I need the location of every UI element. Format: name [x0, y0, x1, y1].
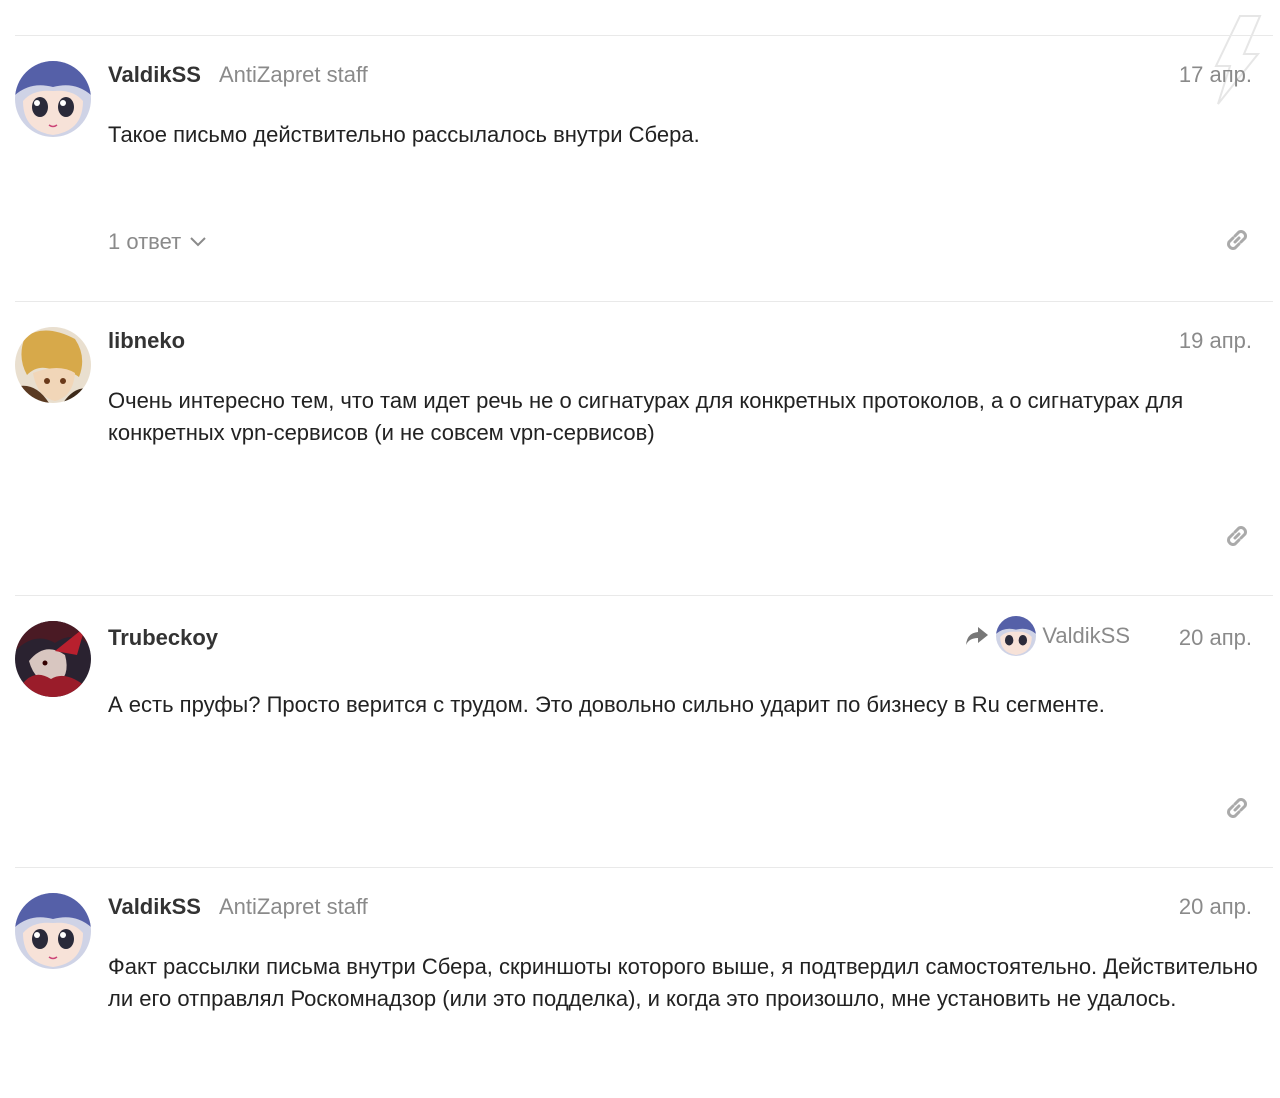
username[interactable]: libneko [108, 328, 185, 354]
post: Trubeckoy ValdikSS 20 апр. А есть пруфы?… [15, 595, 1273, 868]
replies-toggle-button[interactable]: 1 ответ [108, 229, 207, 255]
post: libneko 19 апр. Очень интересно тем, что… [15, 301, 1273, 596]
avatar[interactable] [15, 327, 91, 403]
username[interactable]: ValdikSS [108, 894, 201, 920]
share-arrow-icon [966, 627, 989, 645]
post-paragraph: Очень интересно тем, что там идет речь н… [108, 388, 1184, 445]
avatar[interactable] [15, 61, 91, 137]
reply-to-avatar [996, 616, 1037, 656]
user-title: AntiZapret staff [219, 894, 368, 919]
avatar[interactable] [15, 893, 91, 969]
reply-to-username: ValdikSS [1042, 623, 1130, 648]
link-icon[interactable] [1221, 792, 1253, 824]
post-paragraph: Факт рассылки письма внутри Сбера, скрин… [108, 954, 1258, 1011]
replies-count-label: 1 ответ [108, 229, 182, 254]
user-title: AntiZapret staff [219, 62, 368, 87]
post: ValdikSS AntiZapret staff 20 апр. Факт р… [15, 867, 1273, 1098]
post-paragraph: А есть пруфы? Просто верится с трудом. Э… [108, 692, 1105, 717]
post-body: Факт рассылки письма внутри Сбера, скрин… [108, 951, 1258, 1014]
reply-to-indicator[interactable]: ValdikSS [964, 616, 1130, 656]
post-body: Очень интересно тем, что там идет речь н… [108, 385, 1258, 448]
avatar[interactable] [15, 621, 91, 697]
post-date[interactable]: 17 апр. [1179, 62, 1252, 88]
link-icon[interactable] [1221, 520, 1253, 552]
post-body: А есть пруфы? Просто верится с трудом. Э… [108, 689, 1258, 721]
post-date[interactable]: 20 апр. [1179, 625, 1252, 651]
post-paragraph: Такое письмо действительно рассылалось в… [108, 122, 700, 147]
username[interactable]: ValdikSS [108, 62, 201, 88]
post-body: Такое письмо действительно рассылалось в… [108, 119, 1258, 151]
username[interactable]: Trubeckoy [108, 625, 218, 651]
link-icon[interactable] [1221, 224, 1253, 256]
post-date[interactable]: 20 апр. [1179, 894, 1252, 920]
chevron-down-icon [190, 237, 206, 247]
post-date[interactable]: 19 апр. [1179, 328, 1252, 354]
post: ValdikSS AntiZapret staff 17 апр. Такое … [15, 35, 1273, 302]
